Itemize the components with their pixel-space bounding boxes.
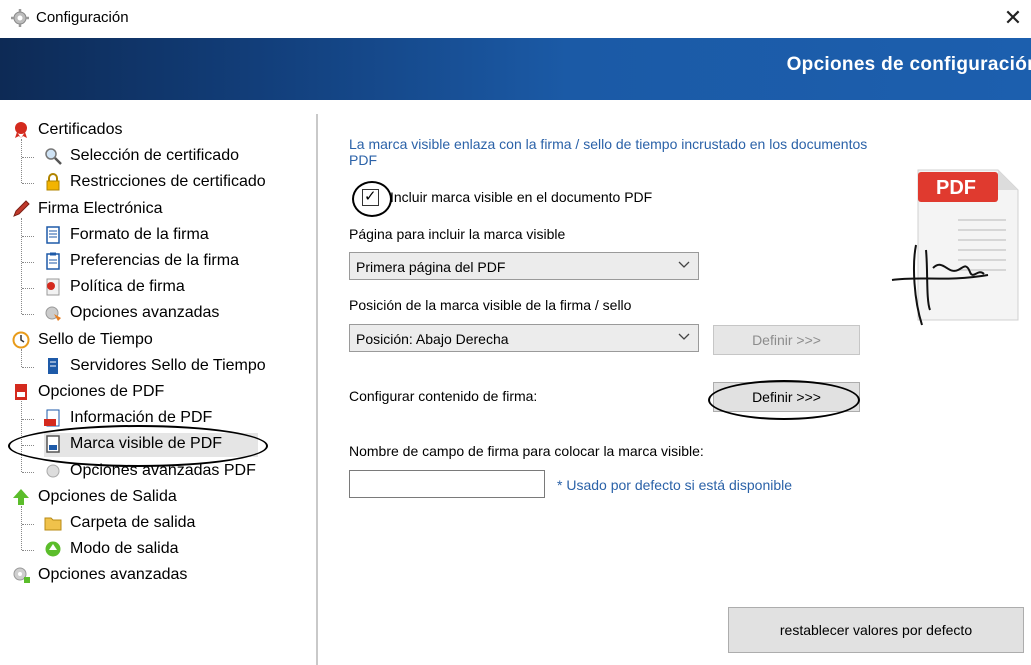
clipboard-icon — [44, 252, 62, 270]
sidebar-item-label: Opciones de PDF — [38, 383, 165, 400]
sidebar-item[interactable]: Marca visible de PDF — [44, 433, 258, 458]
tree-connector — [22, 419, 34, 421]
window-title: Configuración — [36, 9, 129, 26]
pdf-info-icon — [44, 409, 62, 427]
tree-connector — [22, 288, 34, 290]
green-up-arrow-icon — [12, 488, 30, 506]
sidebar-item-label: Política de firma — [70, 278, 185, 296]
sidebar-item-label: Opciones avanzadas — [38, 566, 188, 584]
page-select-value: Primera página del PDF — [356, 259, 506, 275]
sidebar-tree: Certificados Selección de certificado Rest… — [0, 100, 315, 665]
field-name-input[interactable] — [349, 470, 545, 498]
sidebar-item-label: Carpeta de salida — [70, 514, 196, 531]
sidebar-item-label: Certificados — [38, 121, 123, 138]
gear-plus-icon — [12, 566, 30, 584]
pdf-file-icon — [12, 383, 30, 401]
pdf-visible-mark-icon — [44, 435, 62, 454]
server-icon — [44, 357, 62, 375]
policy-document-icon — [44, 278, 62, 296]
field-name-hint: * Usado por defecto si está disponible — [557, 477, 793, 493]
tree-connector — [22, 471, 34, 473]
tree-connector — [22, 157, 34, 159]
lock-icon — [44, 173, 62, 191]
chevron-down-icon — [678, 333, 690, 340]
tree-connector — [21, 139, 22, 184]
sidebar-item-label: Sello de Tiempo — [38, 330, 153, 348]
panel-divider — [316, 114, 318, 665]
pdf-signature-icon: PDF — [891, 169, 1019, 326]
checkbox-box[interactable]: ✓ — [362, 188, 379, 206]
document-icon — [44, 226, 62, 244]
position-select[interactable]: Posición: Abajo Derecha — [349, 324, 699, 352]
checkmark-icon: ✓ — [364, 188, 377, 205]
tree-connector — [22, 183, 34, 185]
info-text: La marca visible enlaza con la firma / s… — [349, 136, 868, 168]
reset-defaults-button[interactable]: restablecer valores por defecto — [728, 607, 1024, 653]
sidebar-item-label: Selección de certificado — [70, 147, 239, 165]
banner-title: Opciones de configuración — [786, 54, 1031, 75]
content-define-button[interactable]: Definir >>> — [713, 382, 860, 412]
position-select-value: Posición: Abajo Derecha — [356, 331, 509, 347]
position-label: Posición de la marca visible de la firma… — [349, 297, 632, 313]
gear-icon — [11, 9, 29, 27]
tree-connector — [22, 366, 34, 368]
field-name-label: Nombre de campo de firma para colocar la… — [349, 443, 704, 459]
tree-connector — [22, 550, 34, 552]
advanced-settings-icon — [44, 304, 62, 322]
folder-icon — [44, 514, 62, 532]
clock-icon — [12, 331, 30, 349]
title-bar: Configuración ✕ — [0, 0, 1031, 38]
sidebar-item-label: Firma Electrónica — [38, 199, 163, 217]
chevron-down-icon — [678, 261, 690, 268]
checkbox-label: Incluir marca visible en el documento PD… — [390, 189, 653, 205]
sidebar-item-label: Restricciones de certificado — [70, 173, 266, 191]
magnifier-icon — [44, 147, 62, 166]
tree-connector — [21, 401, 22, 472]
tree-connector — [22, 262, 34, 263]
pen-icon — [12, 199, 30, 218]
page-label: Página para incluir la marca visible — [349, 226, 566, 242]
tree-connector — [22, 524, 34, 525]
tree-connector — [21, 505, 22, 551]
sidebar-item-label: Modo de salida — [70, 540, 179, 558]
tree-connector — [22, 235, 34, 237]
header-banner: Opciones de configuración — [0, 38, 1031, 100]
sidebar-item-label: Formato de la firma — [70, 225, 209, 243]
position-define-button[interactable]: Definir >>> — [713, 325, 860, 355]
sidebar-item-label: Marca visible de PDF — [70, 435, 223, 453]
pdf-advanced-icon — [44, 462, 62, 480]
sidebar-item-label: Servidores Sello de Tiempo — [70, 356, 266, 374]
green-circle-icon — [44, 540, 62, 558]
sidebar-item-label: Opciones avanzadas PDF — [70, 461, 256, 479]
tree-connector — [22, 445, 34, 447]
content-label: Configurar contenido de firma: — [349, 388, 538, 404]
close-icon[interactable]: ✕ — [999, 4, 1027, 32]
sidebar-item-label: Información de PDF — [70, 409, 213, 427]
sidebar-item-label: Opciones de Salida — [38, 487, 177, 505]
sidebar-item-label: Opciones avanzadas — [70, 304, 220, 322]
sidebar-item-label: Preferencias de la firma — [70, 252, 239, 269]
tree-connector — [21, 348, 22, 367]
tree-connector — [21, 217, 22, 315]
tree-connector — [22, 314, 34, 316]
page-select[interactable]: Primera página del PDF — [349, 252, 699, 280]
certificate-ribbon-icon — [12, 121, 30, 139]
pdf-badge-text: PDF — [936, 177, 976, 199]
